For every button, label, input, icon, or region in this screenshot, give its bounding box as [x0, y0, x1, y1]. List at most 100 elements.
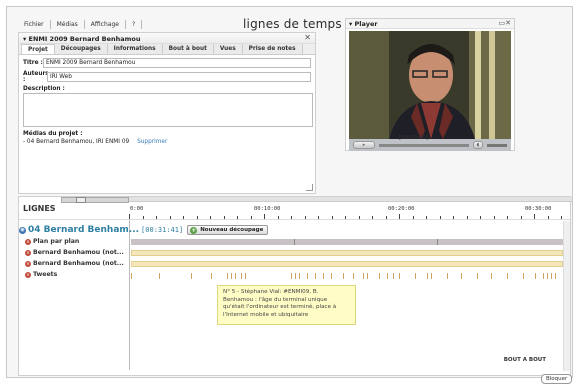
ruler-tick [399, 214, 400, 219]
description-label: Description : [23, 86, 65, 92]
tweet-mark[interactable] [245, 273, 246, 279]
tweet-mark[interactable] [427, 273, 428, 279]
tweet-mark[interactable] [447, 273, 448, 279]
tweet-mark[interactable] [399, 273, 400, 279]
menu-help[interactable]: ? [126, 19, 143, 29]
line-row[interactable]: ✕ Bernard Benhamou (not... [19, 249, 572, 258]
tweet-mark[interactable] [331, 273, 332, 279]
tweet-mark[interactable] [523, 273, 524, 279]
tweet-mark[interactable] [491, 273, 492, 279]
authors-field[interactable]: IRI Web [47, 72, 311, 82]
lignes-title: LIGNES [23, 204, 56, 213]
tweet-mark[interactable] [477, 273, 478, 279]
tweet-mark[interactable] [307, 273, 308, 279]
line-track-plan[interactable] [131, 239, 563, 245]
tab-decoupages[interactable]: Découpages [54, 44, 108, 54]
line-track-notes-2[interactable] [131, 261, 563, 267]
tweet-mark[interactable] [379, 273, 380, 279]
tweet-tooltip: N° 5 - Stéphane Vial: #ENMI09, B. Benham… [217, 285, 356, 325]
media-item-name: - 04 Bernard Benhamou, IRI ENMI 09 [23, 139, 130, 145]
ruler-scroll-strip[interactable] [129, 197, 572, 202]
tweet-mark[interactable] [535, 273, 536, 279]
description-field[interactable] [23, 93, 313, 127]
volume-button[interactable]: ◖ [473, 141, 483, 149]
tweet-mark[interactable] [191, 273, 192, 279]
app-title: lignes de temps [243, 17, 342, 31]
ruler-tick [237, 216, 238, 219]
tweet-mark[interactable] [387, 273, 388, 279]
tab-bout-a-bout[interactable]: Bout à bout [162, 44, 214, 54]
tweet-mark[interactable] [315, 273, 316, 279]
project-panel: ▾ ENMI 2009 Bernard Benhamou ✕ Projet Dé… [18, 32, 316, 194]
tweet-mark[interactable] [461, 273, 462, 279]
ruler-tick [304, 216, 306, 219]
tweet-mark[interactable] [551, 273, 552, 279]
tweet-mark[interactable] [415, 273, 416, 279]
ruler-tick [291, 216, 292, 219]
close-icon[interactable]: ✕ [304, 33, 311, 42]
media-title[interactable]: 04 Bernard Benham... [28, 225, 139, 235]
menu-affichage[interactable]: Affichage [85, 19, 126, 29]
play-button[interactable]: ▸ [353, 141, 375, 149]
seek-bar[interactable]: [00:00:00] [379, 135, 469, 147]
tweet-mark[interactable] [291, 273, 292, 279]
delete-line-icon[interactable]: ✕ [25, 249, 31, 256]
tab-prise-de-notes[interactable]: Prise de notes [242, 44, 303, 54]
tweet-mark[interactable] [231, 273, 232, 279]
bout-a-bout-label[interactable]: BOUT A BOUT [504, 357, 546, 363]
bloquer-button[interactable]: Bloquer [541, 374, 573, 384]
ruler-tick [264, 214, 265, 219]
tab-informations[interactable]: Informations [107, 44, 163, 54]
tweet-mark[interactable] [367, 273, 368, 279]
tweet-mark[interactable] [323, 273, 324, 279]
tweet-mark[interactable] [547, 273, 548, 279]
window-controls-icon[interactable]: ▭✕ [499, 19, 511, 27]
zoom-knob[interactable] [76, 197, 86, 203]
delete-media-link[interactable]: Supprimer [137, 139, 167, 145]
volume-slider[interactable] [487, 143, 507, 147]
resize-handle[interactable] [306, 184, 313, 191]
tweet-mark[interactable] [431, 273, 432, 279]
line-track-notes-1[interactable] [131, 250, 563, 256]
tab-projet[interactable]: Projet [21, 44, 55, 54]
tweet-mark[interactable] [543, 273, 544, 279]
ruler-label-10: 00:10:00 [254, 206, 281, 212]
tweet-mark[interactable] [241, 273, 242, 279]
tweet-mark[interactable] [295, 273, 296, 279]
tab-vues[interactable]: Vues [213, 44, 243, 54]
line-row[interactable]: ✕ Tweets [19, 271, 572, 280]
ruler-tick [480, 216, 481, 219]
tweet-mark[interactable] [227, 273, 228, 279]
tweet-mark[interactable] [211, 273, 212, 279]
timeline-scrollbar[interactable] [563, 221, 570, 371]
segment-mark[interactable] [437, 239, 438, 245]
line-row[interactable]: ✕ Plan par plan [19, 238, 572, 247]
tweet-mark[interactable] [353, 273, 354, 279]
video-frame[interactable] [349, 31, 511, 139]
segment-mark[interactable] [294, 239, 295, 245]
tweet-mark[interactable] [555, 273, 556, 279]
tweet-mark[interactable] [507, 273, 508, 279]
delete-line-icon[interactable]: ✕ [25, 238, 31, 245]
line-row[interactable]: ✕ Bernard Benhamou (not... [19, 260, 572, 269]
menu-fichier[interactable]: Fichier [18, 19, 51, 29]
tweet-mark[interactable] [393, 273, 394, 279]
tweet-mark[interactable] [299, 273, 300, 279]
ruler-label-30: 00:30:00 [525, 206, 552, 212]
time-ruler[interactable]: 0:00 00:10:00 00:20:00 00:30:00 [129, 197, 572, 219]
tweet-mark[interactable] [363, 273, 364, 279]
delete-line-icon[interactable]: ✕ [25, 260, 31, 267]
media-expand-icon[interactable]: ◉ [19, 226, 26, 234]
tweet-mark[interactable] [159, 273, 160, 279]
ruler-tick [561, 216, 562, 219]
tweet-mark[interactable] [343, 273, 344, 279]
menu-medias[interactable]: Médias [51, 19, 85, 29]
title-field[interactable]: ENMI 2009 Bernard Benhamou [43, 58, 311, 68]
tweet-mark[interactable] [235, 273, 236, 279]
delete-line-icon[interactable]: ✕ [25, 271, 31, 278]
ruler-tick [520, 216, 522, 219]
zoom-slider[interactable] [61, 197, 129, 203]
line-track-tweets[interactable] [131, 272, 563, 279]
new-cut-button[interactable]: + Nouveau découpage [187, 225, 269, 235]
tweet-mark[interactable] [131, 273, 132, 279]
